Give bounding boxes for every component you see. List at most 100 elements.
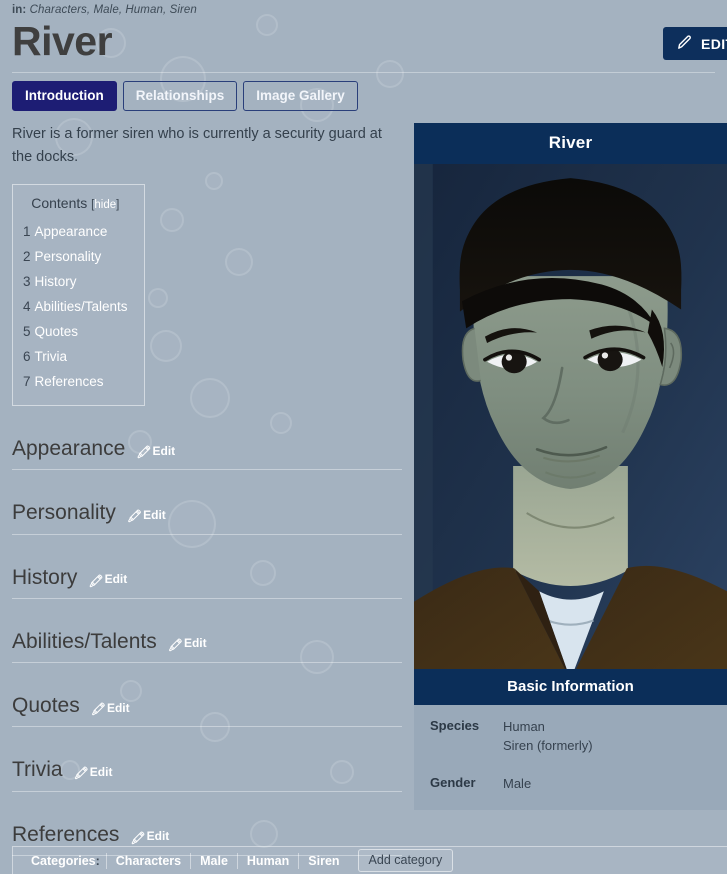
infobox-basic-information-heading: Basic Information — [414, 669, 727, 706]
toc-item-personality[interactable]: 2 Personality — [23, 245, 128, 270]
tab-image-gallery[interactable]: Image Gallery — [243, 80, 358, 112]
toc-label[interactable]: References — [35, 374, 104, 389]
pencil-icon: 🖍 — [130, 830, 146, 845]
section-quotes: Quotes 🖍 Edit — [12, 693, 402, 728]
section-heading: Appearance 🖍 Edit — [12, 436, 402, 471]
toc-item-trivia[interactable]: 6 Trivia — [23, 345, 128, 370]
section-edit-label: Edit — [152, 443, 176, 458]
section-title: Quotes — [12, 694, 80, 718]
portrait-illustration — [414, 164, 727, 670]
section-edit-label: Edit — [106, 700, 130, 715]
breadcrumb[interactable]: in: Characters, Male, Human, Siren — [12, 4, 715, 16]
pencil-icon: 🖍 — [136, 445, 152, 460]
section-edit-link[interactable]: 🖍 Edit — [74, 765, 113, 780]
edit-button[interactable]: EDIT — [663, 27, 727, 60]
section-edit-label: Edit — [143, 507, 166, 522]
section-edit-link[interactable]: 🖍 Edit — [130, 829, 169, 844]
section-edit-link[interactable]: 🖍 Edit — [127, 508, 166, 523]
infobox-value-line: Siren (formerly) — [503, 737, 593, 753]
pencil-icon: 🖍 — [90, 702, 106, 717]
categories-label: Categories: — [31, 854, 100, 868]
infobox-title: River — [414, 123, 727, 165]
pencil-icon — [676, 34, 693, 54]
section-appearance: Appearance 🖍 Edit — [12, 436, 402, 471]
tab-introduction[interactable]: Introduction — [12, 80, 117, 112]
section-personality: Personality 🖍 Edit — [12, 500, 402, 535]
toc-hide-wrapper: [hide] — [91, 199, 119, 211]
category-male[interactable]: Male — [190, 852, 237, 869]
categories-bar: Categories: Characters Male Human Siren … — [12, 846, 727, 874]
section-edit-label: Edit — [89, 764, 113, 779]
section-edit-link[interactable]: 🖍 Edit — [91, 701, 130, 716]
intro-paragraph: River is a former siren who is currently… — [12, 126, 382, 165]
infobox-row-species: Species Human Siren (formerly) — [414, 715, 727, 757]
toc-label[interactable]: Trivia — [35, 349, 68, 364]
section-edit-label: Edit — [146, 829, 170, 844]
toc-item-history[interactable]: 3 History — [23, 270, 128, 295]
article-content: River is a former siren who is currently… — [0, 123, 414, 856]
toc-label[interactable]: Personality — [35, 249, 102, 264]
page-header: in: Characters, Male, Human, Siren River… — [0, 0, 727, 73]
character-infobox: River Basic Information Species Human Si… — [414, 123, 727, 810]
section-edit-link[interactable]: 🖍 Edit — [168, 636, 207, 651]
section-title: Abilities/Talents — [12, 629, 157, 653]
toc-label[interactable]: History — [35, 274, 77, 289]
tab-relationships[interactable]: Relationships — [122, 80, 238, 112]
character-portrait[interactable] — [414, 164, 727, 670]
toc-item-references[interactable]: 7 References — [23, 370, 128, 395]
toc-number: 6 — [23, 349, 31, 365]
breadcrumb-prefix: in: — [12, 4, 27, 16]
toc-number: 5 — [23, 324, 31, 340]
infobox-row-gender: Gender Male — [414, 772, 727, 796]
toc-label[interactable]: Appearance — [35, 224, 108, 239]
infobox-row-value: Male — [503, 775, 531, 793]
table-of-contents: Contents [hide] 1 Appearance 2 Personality… — [12, 184, 145, 407]
pencil-icon: 🖍 — [126, 509, 143, 524]
section-edit-label: Edit — [183, 636, 207, 651]
section-title: Appearance — [12, 437, 126, 461]
infobox-value-line: Human — [503, 719, 545, 735]
add-category-button[interactable]: Add category — [357, 849, 454, 872]
pencil-icon: 🖍 — [88, 573, 104, 588]
toc-hide-bracket-close: ] — [116, 199, 120, 212]
toc-label[interactable]: Quotes — [35, 324, 79, 339]
edit-button-label: EDIT — [701, 35, 727, 52]
tab-bar: Introduction Relationships Image Gallery — [0, 73, 727, 112]
section-heading: History 🖍 Edit — [12, 565, 402, 599]
section-heading: Trivia 🖍 Edit — [12, 757, 402, 792]
page-title: River — [12, 18, 113, 64]
toc-item-abilities-talents[interactable]: 4 Abilities/Talents — [23, 295, 128, 320]
section-history: History 🖍 Edit — [12, 565, 402, 599]
categories-colon: : — [95, 853, 100, 868]
infobox-rows: Species Human Siren (formerly) Gender Ma… — [414, 705, 727, 810]
infobox-value-line: Male — [503, 775, 532, 791]
category-characters[interactable]: Characters — [105, 852, 190, 869]
section-edit-label: Edit — [104, 572, 128, 587]
category-human[interactable]: Human — [236, 852, 298, 869]
category-siren[interactable]: Siren — [298, 852, 348, 869]
breadcrumb-categories[interactable]: Characters, Male, Human, Siren — [30, 4, 197, 16]
section-edit-link[interactable]: 🖍 Edit — [88, 572, 127, 587]
toc-number: 2 — [23, 249, 31, 265]
title-divider — [12, 71, 715, 73]
section-title: History — [12, 565, 78, 589]
toc-item-appearance[interactable]: 1 Appearance — [23, 220, 128, 245]
section-abilities-talents: Abilities/Talents 🖍 Edit — [12, 629, 402, 664]
section-heading: Abilities/Talents 🖍 Edit — [12, 629, 402, 664]
toc-number: 3 — [23, 274, 31, 290]
section-title: References — [12, 822, 120, 846]
infobox-row-value: Human Siren (formerly) — [503, 718, 593, 754]
pencil-icon: 🖍 — [167, 637, 183, 652]
section-trivia: Trivia 🖍 Edit — [12, 757, 402, 792]
section-title: Personality — [12, 501, 116, 525]
section-edit-link[interactable]: 🖍 Edit — [136, 444, 175, 459]
section-heading: Personality 🖍 Edit — [12, 500, 402, 535]
toc-hide-link[interactable]: hide — [94, 199, 116, 211]
toc-heading-label: Contents — [31, 195, 88, 212]
toc-number: 1 — [23, 224, 31, 240]
toc-header: Contents [hide] — [23, 193, 128, 220]
toc-item-quotes[interactable]: 5 Quotes — [23, 320, 128, 345]
toc-number: 7 — [23, 374, 31, 390]
section-title: Trivia — [12, 758, 63, 782]
toc-label[interactable]: Abilities/Talents — [35, 299, 128, 314]
